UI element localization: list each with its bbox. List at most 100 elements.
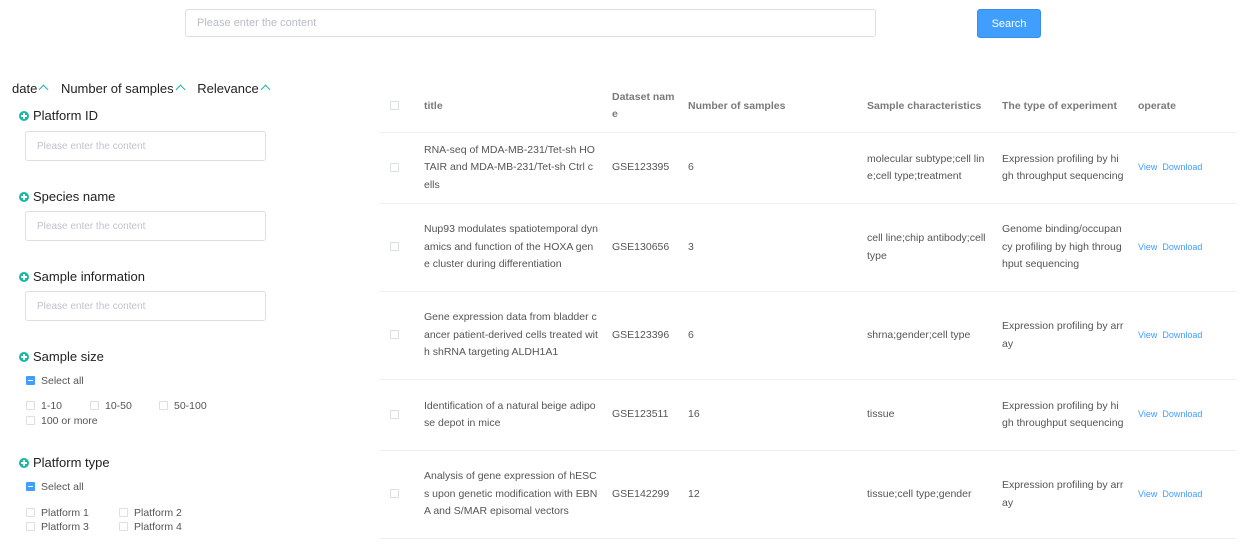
plus-circle-icon[interactable]: [19, 191, 29, 202]
cell-experiment: Expression profiling by array: [1002, 450, 1138, 539]
download-link[interactable]: Download: [1162, 162, 1202, 172]
checkbox[interactable]: [90, 400, 99, 410]
filter-platform-type: Platform type Select all Platform 1 Plat…: [19, 454, 279, 544]
view-link[interactable]: View: [1138, 409, 1157, 419]
filter-species-name: Species name: [19, 188, 279, 241]
checkbox-indeterminate[interactable]: [26, 481, 35, 491]
row-checkbox[interactable]: [390, 409, 399, 419]
sample-information-input[interactable]: [25, 291, 266, 321]
option-label: 50-100: [174, 400, 207, 412]
cell-experiment: Expression profiling by high throughput …: [1002, 379, 1138, 451]
platform-id-input[interactable]: [25, 131, 266, 161]
download-link[interactable]: Download: [1162, 242, 1202, 252]
view-link[interactable]: View: [1138, 162, 1157, 172]
select-all-rows-checkbox[interactable]: [390, 101, 399, 111]
table-row: Identification of a natural beige adipos…: [380, 379, 1236, 451]
column-header[interactable]: Sample characteristics: [867, 80, 1002, 133]
checkbox[interactable]: [26, 507, 35, 517]
download-link[interactable]: Download: [1162, 330, 1202, 340]
platform-type-select-all[interactable]: Select all: [26, 481, 84, 493]
plus-circle-icon[interactable]: [19, 110, 29, 121]
sample-size-option[interactable]: 50-100: [159, 400, 207, 412]
cell-title: Gene expression data from bladder cancer…: [424, 291, 612, 380]
cell-characteristics: tissue: [867, 379, 1002, 451]
checkbox[interactable]: [119, 521, 128, 531]
filter-title: Platform type: [19, 454, 279, 472]
platform-type-option[interactable]: Platform 4: [119, 521, 182, 533]
sample-size-option[interactable]: 1-10: [26, 400, 62, 412]
chevron-up-icon: [175, 84, 186, 95]
checkbox[interactable]: [26, 400, 35, 410]
filter-title-label: Species name: [33, 189, 116, 204]
table-row: Gene expression data from bladder cancer…: [380, 291, 1236, 380]
species-name-input[interactable]: [25, 211, 266, 241]
row-checkbox-cell: [380, 291, 424, 380]
cell-characteristics: molecular subtype;cell line;cell type;tr…: [867, 132, 1002, 204]
filter-sample-size: Sample size Select all 1-10 10-50 50-100…: [19, 348, 279, 438]
option-label: 1-10: [41, 400, 63, 412]
header-checkbox-cell: [380, 80, 424, 133]
chevron-up-icon: [260, 84, 271, 95]
option-label: Platform 1: [41, 507, 89, 519]
checkbox-indeterminate[interactable]: [26, 375, 35, 385]
cell-title: Identification of a natural beige adipos…: [424, 379, 612, 451]
table-header-row: title Dataset name Number of samples Sam…: [380, 80, 1236, 133]
filter-title: Sample information: [19, 268, 279, 286]
column-header[interactable]: Number of samples: [688, 80, 867, 133]
row-checkbox[interactable]: [390, 242, 399, 252]
option-label: Platform 2: [134, 507, 182, 519]
download-link[interactable]: Download: [1162, 489, 1202, 499]
cell-operate: View Download: [1138, 450, 1236, 539]
sort-by-relevance[interactable]: Relevance: [197, 81, 271, 96]
row-checkbox[interactable]: [390, 489, 399, 499]
filter-title-label: Platform ID: [33, 108, 99, 123]
checkbox[interactable]: [26, 521, 35, 531]
checkbox[interactable]: [26, 415, 35, 425]
cell-samples: 6: [688, 132, 867, 204]
cell-operate: View Download: [1138, 132, 1236, 204]
cell-samples: 16: [688, 379, 867, 451]
sort-label: date: [12, 81, 38, 96]
view-link[interactable]: View: [1138, 489, 1157, 499]
option-label: Select all: [41, 375, 84, 387]
view-link[interactable]: View: [1138, 330, 1157, 340]
sort-by-date[interactable]: date: [12, 81, 49, 96]
cell-experiment: Expression profiling by array: [1002, 291, 1138, 380]
cell-title: RNA-seq of MDA-MB-231/Tet-sh HOTAIR and …: [424, 132, 612, 204]
search-input[interactable]: [185, 9, 876, 37]
cell-dataset: GSE123395: [612, 132, 688, 204]
filter-platform-id: Platform ID: [19, 107, 279, 161]
filter-title: Sample size: [19, 348, 279, 366]
platform-type-option[interactable]: Platform 2: [119, 507, 182, 519]
plus-circle-icon[interactable]: [19, 271, 29, 282]
filter-title: Platform ID: [19, 107, 279, 125]
column-header[interactable]: title: [424, 80, 612, 133]
filter-title-label: Sample information: [33, 269, 145, 284]
row-checkbox-cell: [380, 450, 424, 539]
sort-label: Number of samples: [60, 81, 174, 96]
row-checkbox[interactable]: [390, 162, 399, 172]
sample-size-option[interactable]: 100 or more: [26, 415, 98, 427]
sort-bar: date Number of samples Relevance: [12, 81, 279, 96]
sample-size-option[interactable]: 10-50: [90, 400, 132, 412]
view-link[interactable]: View: [1138, 242, 1157, 252]
download-link[interactable]: Download: [1162, 409, 1202, 419]
row-checkbox[interactable]: [390, 330, 399, 340]
filter-title: Species name: [19, 188, 279, 206]
sample-size-select-all[interactable]: Select all: [26, 375, 84, 387]
column-header[interactable]: The type of experiment: [1002, 80, 1138, 133]
plus-circle-icon[interactable]: [19, 457, 29, 468]
checkbox[interactable]: [159, 400, 168, 410]
sort-by-number-of-samples[interactable]: Number of samples: [60, 81, 186, 96]
cell-characteristics: cell line;chip antibody;cell type: [867, 203, 1002, 292]
sort-label: Relevance: [197, 81, 259, 96]
platform-type-option[interactable]: Platform 3: [26, 521, 89, 533]
search-button[interactable]: Search: [977, 9, 1041, 38]
cell-dataset: GSE130656: [612, 203, 688, 292]
platform-type-option[interactable]: Platform 1: [26, 507, 89, 519]
plus-circle-icon[interactable]: [19, 351, 29, 362]
checkbox[interactable]: [119, 507, 128, 517]
cell-samples: 12: [688, 450, 867, 539]
row-checkbox-cell: [380, 132, 424, 204]
column-header[interactable]: Dataset name: [612, 80, 688, 133]
